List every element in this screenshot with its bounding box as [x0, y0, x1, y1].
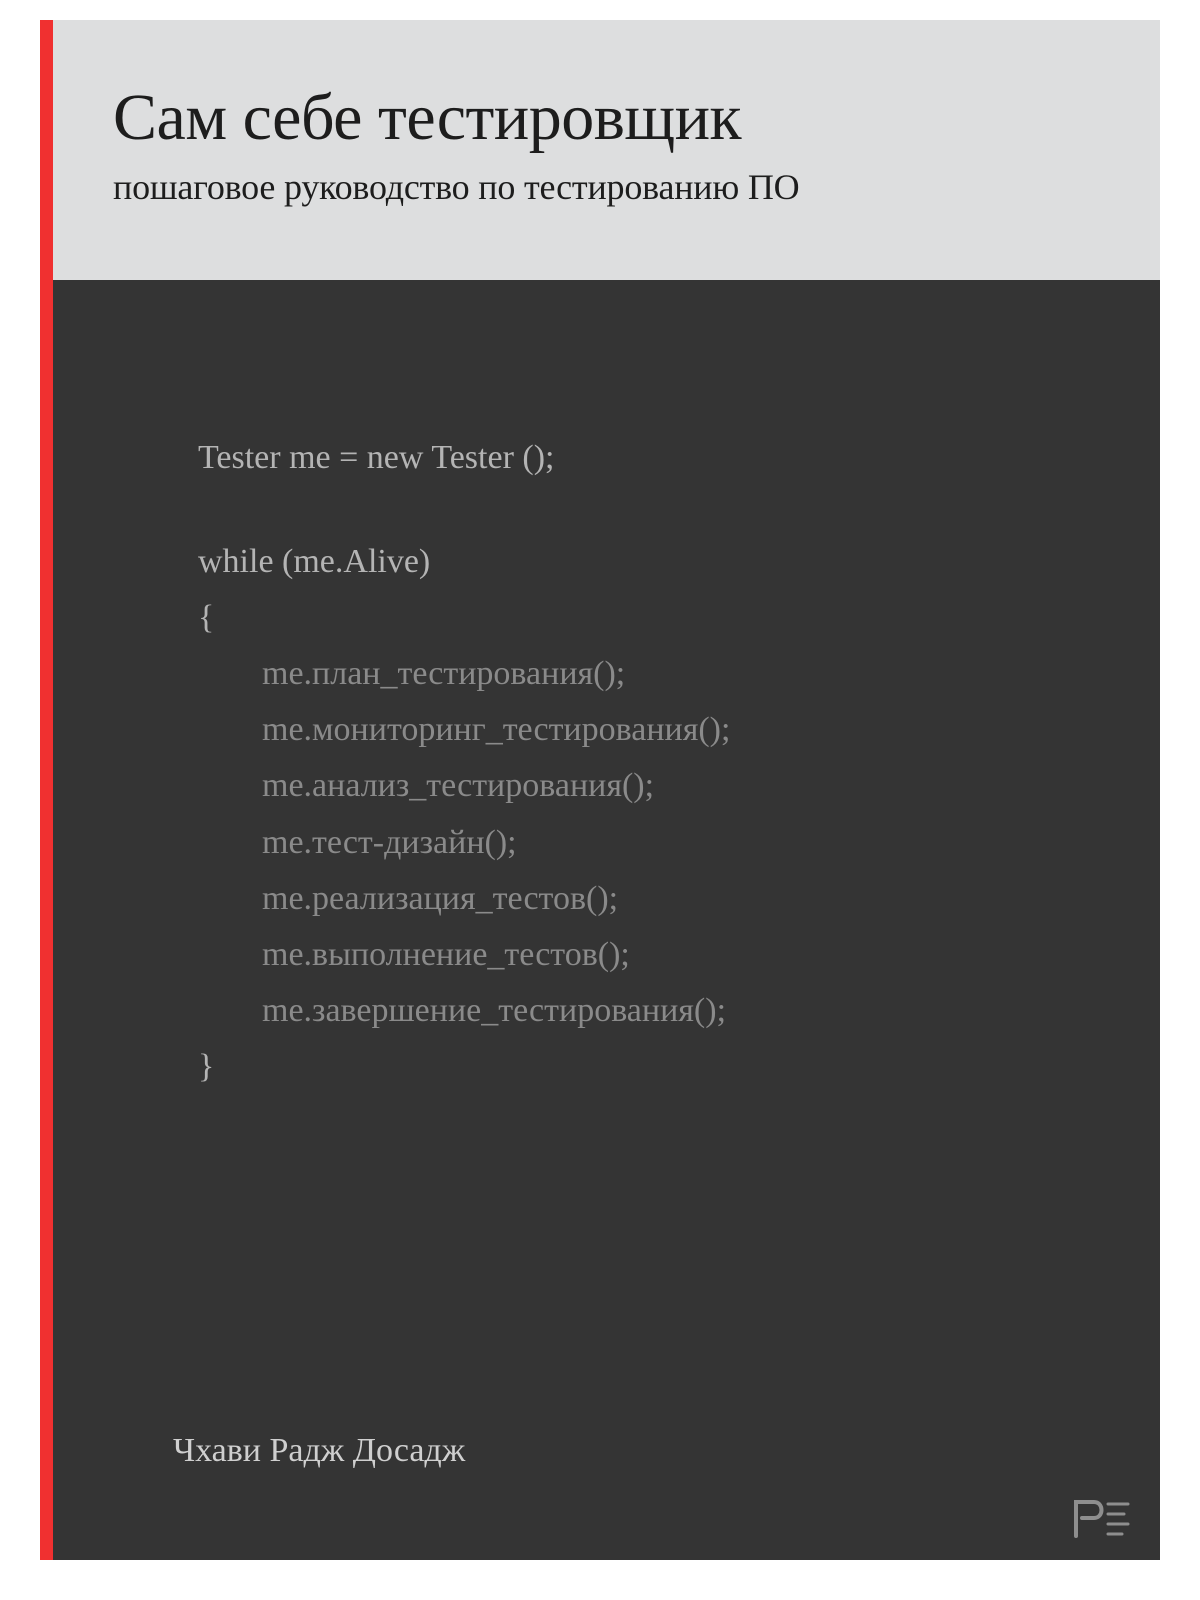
code-line: } — [198, 1039, 1130, 1095]
book-cover: Сам себе тестировщик пошаговое руководст… — [40, 20, 1160, 1560]
code-line: while (me.Alive) — [198, 534, 1130, 590]
code-line: me.анализ_тестирования(); — [198, 758, 1130, 814]
publisher-logo-icon — [1074, 1500, 1130, 1538]
code-block: Tester me = new Tester (); while (me.Ali… — [198, 430, 1130, 1095]
code-line: { — [198, 590, 1130, 646]
book-subtitle: пошаговое руководство по тестированию ПО — [113, 166, 1120, 208]
header-band: Сам себе тестировщик пошаговое руководст… — [53, 20, 1160, 280]
dark-panel: Tester me = new Tester (); while (me.Ali… — [53, 280, 1160, 1560]
code-line: me.мониторинг_тестирования(); — [198, 702, 1130, 758]
code-line: me.завершение_тестирования(); — [198, 983, 1130, 1039]
code-line: me.выполнение_тестов(); — [198, 927, 1130, 983]
book-title: Сам себе тестировщик — [113, 80, 1120, 156]
author-name: Чхави Радж Досадж — [173, 1432, 465, 1470]
accent-stripe — [40, 20, 53, 1560]
code-line: me.реализация_тестов(); — [198, 871, 1130, 927]
code-line: me.тест-дизайн(); — [198, 815, 1130, 871]
code-line: me.план_тестирования(); — [198, 646, 1130, 702]
code-line: Tester me = new Tester (); — [198, 430, 1130, 486]
